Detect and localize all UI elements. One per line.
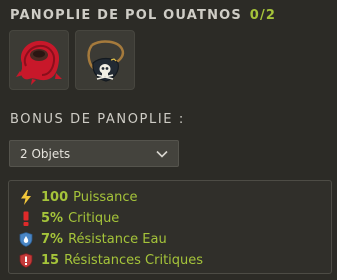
chevron-down-icon <box>156 150 168 158</box>
item-slot-cape[interactable] <box>9 30 69 90</box>
skull-amulet-icon <box>87 40 125 82</box>
bonus-row: 100 Puissance <box>18 187 331 208</box>
bonus-row: 5% Critique <box>18 208 331 229</box>
bonus-stat: Résistance Eau <box>68 232 167 247</box>
bonus-title: BONUS DE PANOPLIE : <box>10 112 185 127</box>
bonus-list: 100 Puissance 5% Critique 7% Résistance … <box>8 180 332 274</box>
item-slot-amulet[interactable] <box>75 30 135 90</box>
bonus-stat: Critique <box>68 211 120 226</box>
lightning-icon <box>18 190 33 206</box>
bonus-value: 5% <box>41 211 64 226</box>
bonus-value: 7% <box>41 232 64 247</box>
set-name: PANOPLIE DE POL OUATNOS <box>10 8 242 23</box>
bonus-value: 15 <box>41 253 60 268</box>
bonus-value: 100 <box>41 190 69 205</box>
bonus-stat: Puissance <box>73 190 138 205</box>
bonus-row: 7% Résistance Eau <box>18 229 331 250</box>
water-shield-icon <box>18 232 33 248</box>
set-items <box>9 30 135 90</box>
set-title: PANOPLIE DE POL OUATNOS 0/2 <box>10 8 276 23</box>
critical-shield-icon <box>18 253 33 269</box>
item-count-select[interactable]: 2 Objets <box>9 140 179 167</box>
exclamation-icon <box>18 211 33 227</box>
item-count-value: 2 Objets <box>20 146 71 161</box>
set-count: 0/2 <box>249 8 277 23</box>
bonus-row: 15 Résistances Critiques <box>18 250 331 271</box>
red-cape-icon <box>16 40 62 85</box>
bonus-stat: Résistances Critiques <box>64 253 204 268</box>
